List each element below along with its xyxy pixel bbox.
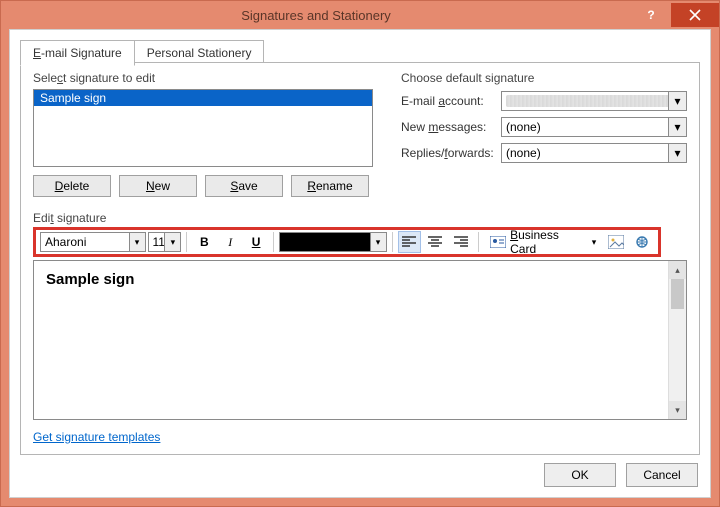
chevron-down-icon: ▾: [129, 233, 145, 251]
close-button[interactable]: [671, 3, 719, 27]
editor-scrollbar[interactable]: ▴ ▾: [668, 261, 686, 419]
hyperlink-icon: [634, 235, 650, 249]
format-toolbar: Aharoni ▾ 11 ▾ B I U ▾: [33, 227, 661, 257]
font-size-value: 11: [153, 235, 165, 249]
default-signature-label: Choose default signature: [401, 71, 687, 85]
edit-signature-label: Edit signature: [33, 211, 106, 225]
align-left-button[interactable]: [398, 231, 422, 253]
dialog-buttons: OK Cancel: [544, 463, 698, 487]
scroll-down-icon: ▾: [669, 401, 686, 419]
chevron-down-icon: ▾: [592, 237, 597, 248]
chevron-down-icon: ▾: [668, 118, 686, 136]
delete-button[interactable]: Delete: [33, 175, 111, 197]
color-swatch: [280, 233, 370, 251]
insert-picture-button[interactable]: [604, 231, 628, 253]
replies-label: Replies/forwards:: [401, 146, 501, 160]
titlebar: Signatures and Stationery ?: [1, 1, 719, 29]
align-right-button[interactable]: [449, 231, 473, 253]
new-messages-row: New messages: (none) ▾: [401, 117, 687, 137]
scroll-up-icon: ▴: [669, 261, 686, 279]
signature-editor[interactable]: Sample sign ▴ ▾: [33, 260, 687, 420]
signature-list-item[interactable]: Sample sign: [34, 90, 372, 106]
chevron-down-icon: ▾: [370, 233, 386, 251]
email-account-label: E-mail account:: [401, 94, 501, 108]
font-size-select[interactable]: 11 ▾: [148, 232, 182, 252]
bold-button[interactable]: B: [192, 231, 216, 253]
bold-icon: B: [200, 235, 209, 249]
font-family-value: Aharoni: [45, 235, 86, 249]
picture-icon: [608, 235, 624, 249]
client-area: E-mail Signature Personal Stationery Sel…: [9, 29, 711, 498]
replies-value: (none): [506, 146, 541, 160]
business-card-icon: [490, 236, 506, 248]
email-account-row: E-mail account: ▾: [401, 91, 687, 111]
align-center-icon: [428, 236, 442, 248]
align-center-button[interactable]: [423, 231, 447, 253]
dialog-window: Signatures and Stationery ? E-mail Signa…: [0, 0, 720, 507]
dialog-title: Signatures and Stationery: [1, 8, 631, 23]
signature-buttons-row: Delete New Save Rename: [33, 175, 383, 197]
font-family-select[interactable]: Aharoni ▾: [40, 232, 146, 252]
separator: [186, 232, 187, 252]
editor-content: Sample sign: [34, 261, 686, 298]
email-account-value: [506, 95, 682, 107]
font-color-select[interactable]: ▾: [279, 232, 386, 252]
close-icon: [689, 9, 701, 21]
scroll-thumb[interactable]: [671, 279, 684, 309]
select-signature-label: Select signature to edit: [33, 71, 383, 85]
insert-hyperlink-button[interactable]: [630, 231, 654, 253]
italic-icon: I: [228, 235, 232, 250]
underline-button[interactable]: U: [244, 231, 268, 253]
help-icon: ?: [647, 8, 654, 22]
chevron-down-icon: ▾: [668, 92, 686, 110]
italic-button[interactable]: I: [218, 231, 242, 253]
chevron-down-icon: ▾: [668, 144, 686, 162]
email-account-combo[interactable]: ▾: [501, 91, 687, 111]
signature-list[interactable]: Sample sign: [33, 89, 373, 167]
separator: [273, 232, 274, 252]
default-signature-section: Choose default signature E-mail account:…: [401, 71, 687, 163]
align-right-icon: [454, 236, 468, 248]
separator: [478, 232, 479, 252]
new-messages-combo[interactable]: (none) ▾: [501, 117, 687, 137]
replies-row: Replies/forwards: (none) ▾: [401, 143, 687, 163]
underline-icon: U: [252, 235, 261, 249]
separator: [392, 232, 393, 252]
new-messages-label: New messages:: [401, 120, 501, 134]
tab-panel: Select signature to edit Sample sign Del…: [20, 62, 700, 455]
cancel-button[interactable]: Cancel: [626, 463, 698, 487]
new-button[interactable]: New: [119, 175, 197, 197]
rename-button[interactable]: Rename: [291, 175, 369, 197]
help-button[interactable]: ?: [631, 3, 671, 27]
select-signature-section: Select signature to edit Sample sign Del…: [33, 71, 383, 197]
replies-combo[interactable]: (none) ▾: [501, 143, 687, 163]
chevron-down-icon: ▾: [164, 233, 180, 251]
new-messages-value: (none): [506, 120, 541, 134]
business-card-button[interactable]: Business Card ▾: [484, 231, 602, 253]
ok-button[interactable]: OK: [544, 463, 616, 487]
tab-email-signature[interactable]: E-mail Signature: [20, 40, 135, 66]
save-button[interactable]: Save: [205, 175, 283, 197]
get-templates-link[interactable]: Get signature templates: [33, 430, 160, 444]
align-left-icon: [402, 236, 416, 248]
